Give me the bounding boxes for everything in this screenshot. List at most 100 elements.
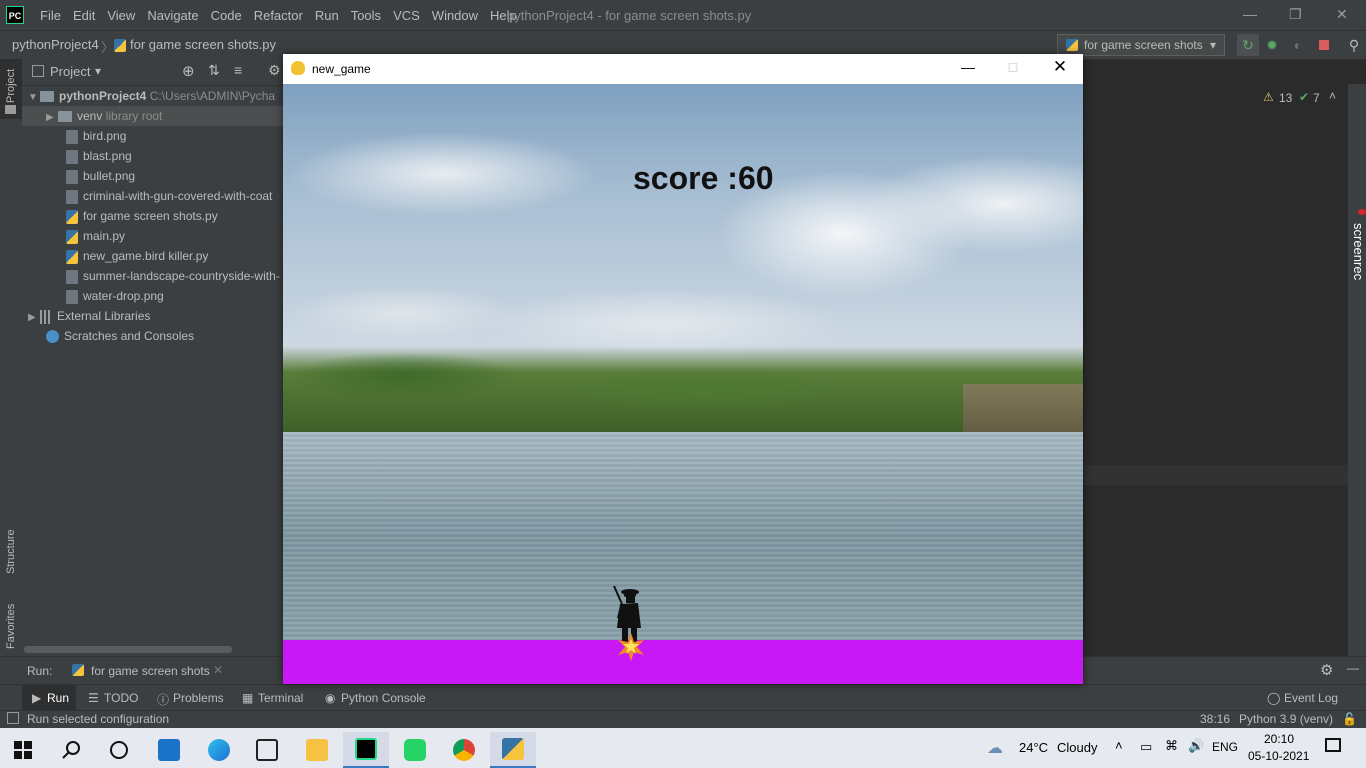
minimize-icon[interactable]: — [1243, 6, 1257, 22]
taskbar-mail[interactable] [146, 732, 192, 768]
pygame-snake-icon [291, 61, 305, 75]
volume-icon[interactable]: 🔊 [1188, 738, 1204, 754]
search-icon[interactable]: ⚲ [1346, 37, 1362, 53]
event-log-button[interactable]: Event Log [1284, 691, 1338, 705]
chevron-up-icon[interactable]: ˄ [1329, 89, 1336, 103]
coverage-icon[interactable]: ◐ [1290, 37, 1306, 53]
clock-time[interactable]: 20:10 [1264, 732, 1294, 746]
menu-view[interactable]: View [101, 8, 141, 23]
menu-code[interactable]: Code [205, 8, 248, 23]
event-log-icon: ◯ [1267, 691, 1281, 705]
tree-item-scratches[interactable]: Scratches and Consoles [46, 326, 194, 346]
clock-date[interactable]: 05-10-2021 [1248, 749, 1309, 763]
tree-item-file[interactable]: for game screen shots.py [66, 206, 218, 226]
lock-icon[interactable]: 🔓 [1342, 712, 1357, 726]
gear-icon[interactable]: ⚙ [268, 62, 281, 79]
tool-tab-python-console[interactable]: Python Console [341, 691, 426, 705]
breadcrumb-project[interactable]: pythonProject4 [12, 37, 99, 52]
editor-area[interactable]: ⚠ 13 ✔ 7 ˄ ˅ [1083, 84, 1366, 656]
tree-item-file[interactable]: water-drop.png [66, 286, 164, 306]
venv-tag: library root [105, 109, 163, 123]
breadcrumb-file[interactable]: for game screen shots.py [130, 37, 276, 52]
maximize-icon[interactable]: □ [993, 59, 1033, 75]
menu-edit[interactable]: Edit [67, 8, 101, 23]
menu-navigate[interactable]: Navigate [141, 8, 204, 23]
menu-run[interactable]: Run [309, 8, 345, 23]
menu-window[interactable]: Window [426, 8, 484, 23]
run-tab[interactable]: for game screen shots [91, 664, 210, 678]
taskbar-chrome[interactable] [441, 732, 487, 768]
tool-tab-todo[interactable]: TODO [104, 691, 138, 705]
favorites-tool-label[interactable]: Favorites [5, 604, 17, 649]
tree-item-file[interactable]: bird.png [66, 126, 126, 146]
close-icon[interactable]: ✕ [1040, 57, 1080, 77]
close-tab-icon[interactable]: ✕ [213, 663, 223, 677]
taskbar-python[interactable] [490, 732, 536, 768]
chevron-down-icon[interactable]: ▾ [95, 64, 101, 78]
tree-item-file[interactable]: summer-landscape-countryside-with- [66, 266, 280, 286]
minimize-icon[interactable]: — [948, 59, 988, 75]
tool-tab-terminal[interactable]: Terminal [258, 691, 303, 705]
project-panel-title[interactable]: Project [50, 64, 90, 79]
caret-position[interactable]: 38:16 [1200, 712, 1230, 726]
screenrec-label[interactable]: screenrec [1351, 223, 1366, 280]
tree-item-file[interactable]: main.py [66, 226, 125, 246]
stop-icon[interactable] [1316, 37, 1332, 53]
taskbar-typing-app[interactable] [244, 732, 290, 768]
hide-panel-icon[interactable]: — [1347, 661, 1359, 675]
tree-root[interactable]: ▼ pythonProject4 C:\Users\ADMIN\Pycha [28, 86, 275, 106]
tool-tab-run[interactable]: ▶ Run [22, 685, 76, 711]
gear-icon[interactable]: ⚙ [1320, 661, 1333, 679]
weather-temperature[interactable]: 24°C [1019, 740, 1048, 755]
taskbar-edge[interactable] [196, 732, 242, 768]
battery-icon[interactable]: ▭ [1140, 739, 1152, 755]
file-name: new_game.bird killer.py [83, 249, 209, 263]
weather-cloud-icon[interactable]: ☁ [987, 738, 1003, 758]
cortana-button[interactable] [96, 732, 142, 768]
menu-refactor[interactable]: Refactor [248, 8, 309, 23]
image-file-icon [66, 269, 78, 284]
taskbar-pycharm[interactable] [343, 732, 389, 768]
weather-description[interactable]: Cloudy [1057, 740, 1097, 755]
lake-background [283, 432, 1083, 640]
tree-item-file[interactable]: bullet.png [66, 166, 135, 186]
menu-file[interactable]: File [34, 8, 67, 23]
pycharm-logo-icon: PC [6, 6, 24, 24]
game-canvas[interactable]: score :60 [283, 84, 1083, 684]
tree-item-file[interactable]: new_game.bird killer.py [66, 246, 208, 266]
tree-item-external-libraries[interactable]: ▶ External Libraries [28, 306, 150, 326]
tree-item-file[interactable]: criminal-with-gun-covered-with-coat [66, 186, 272, 206]
python-file-icon [1066, 39, 1078, 51]
close-icon[interactable]: ✕ [1336, 6, 1348, 23]
debug-icon[interactable]: ✹ [1264, 37, 1280, 53]
file-name: blast.png [83, 149, 132, 163]
windows-logo-icon [14, 741, 32, 759]
rerun-icon[interactable]: ↻ [1237, 34, 1259, 56]
search-button[interactable] [48, 732, 94, 768]
wifi-icon[interactable]: ⌘ [1165, 738, 1178, 754]
interpreter-indicator[interactable]: Python 3.9 (venv) [1239, 712, 1333, 726]
locate-file-icon[interactable]: ⊕ [182, 62, 195, 80]
status-window-icon[interactable] [7, 712, 19, 724]
menu-tools[interactable]: Tools [345, 8, 387, 23]
checks-count[interactable]: 7 [1313, 91, 1320, 105]
language-indicator[interactable]: ENG [1212, 740, 1238, 754]
structure-tool-label[interactable]: Structure [5, 529, 17, 574]
menu-vcs[interactable]: VCS [387, 8, 426, 23]
image-file-icon [66, 169, 78, 184]
start-button[interactable] [0, 732, 46, 768]
run-configuration-select[interactable]: for game screen shots ▾ [1057, 34, 1225, 56]
restore-icon[interactable]: ❐ [1289, 6, 1302, 23]
taskbar-whatsapp[interactable] [392, 732, 438, 768]
tree-item-venv[interactable]: ▶ venv library root [22, 106, 284, 126]
taskbar-file-explorer[interactable] [294, 732, 340, 768]
collapse-all-icon[interactable]: ≡ [234, 62, 242, 78]
tree-item-file[interactable]: blast.png [66, 146, 132, 166]
folder-icon [5, 105, 16, 114]
warnings-count[interactable]: 13 [1279, 91, 1292, 105]
notification-center-icon[interactable] [1325, 738, 1341, 752]
tool-tab-problems[interactable]: Problems [173, 691, 224, 705]
chevron-up-icon[interactable]: ˄ [1115, 738, 1123, 753]
horizontal-scrollbar[interactable] [24, 646, 232, 653]
expand-all-icon[interactable]: ⇅ [208, 62, 220, 79]
